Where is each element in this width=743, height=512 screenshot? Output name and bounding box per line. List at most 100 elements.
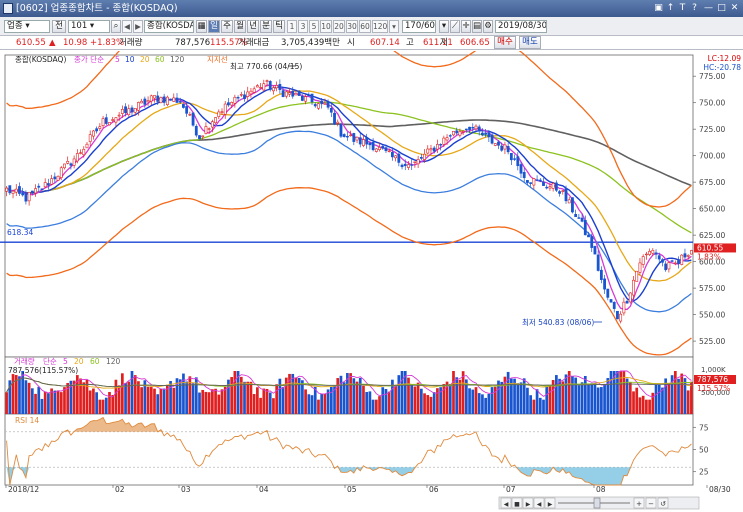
window-title-bar: [0602] 업종종합차트 - 종합(KOSDAQ) ▣ ↑ T ? — □ ✕ [0, 0, 743, 17]
volume-bar [40, 398, 44, 414]
candle [609, 299, 613, 303]
scroll-arrow-icon: ■ [514, 501, 520, 508]
min-30[interactable]: 30 [346, 20, 358, 33]
volume-bar [429, 396, 433, 414]
candle [349, 134, 353, 137]
amount-label: 거래대금 [238, 38, 270, 48]
chart-area[interactable]: 525.00550.00575.00600.00625.00650.00675.… [0, 51, 743, 512]
period-minute[interactable]: 분 [260, 20, 272, 33]
period-week[interactable]: 주 [221, 20, 233, 33]
min-120[interactable]: 120 [372, 20, 388, 33]
volume-bar [92, 388, 95, 414]
help-icon[interactable]: ? [689, 3, 700, 14]
rsi-axis-label: 25 [699, 468, 709, 477]
volume-bar [262, 388, 266, 414]
candle [284, 91, 288, 97]
settings-icon[interactable]: ⚙ [483, 20, 493, 33]
candle [606, 288, 610, 298]
scroll-controls: ◀ ■ ▶ ◀ ▶ + − ↺ [498, 496, 700, 510]
candle [603, 278, 606, 290]
prev-icon[interactable]: ◀ [122, 20, 132, 33]
candle [185, 106, 189, 114]
code-input[interactable]: 101 ▾ [68, 20, 110, 33]
top-icon[interactable]: ↑ [665, 3, 676, 14]
date-input[interactable]: 2019/08/30 ▦ [495, 20, 547, 33]
candle [201, 135, 205, 138]
buy-button[interactable]: 매수 [494, 36, 516, 49]
candle [159, 97, 163, 104]
market-tab[interactable]: 전 [52, 20, 66, 33]
candle [153, 95, 156, 99]
volume-bar [529, 395, 532, 414]
period-year[interactable]: 년 [247, 20, 259, 33]
candle [651, 250, 655, 254]
table-icon[interactable]: ▤ [472, 20, 482, 33]
candle [497, 141, 500, 146]
candle [294, 93, 298, 96]
volume-bar [381, 387, 385, 414]
volume-bar [461, 371, 465, 414]
zoom-icon[interactable]: ▾ [439, 20, 449, 33]
line-icon[interactable]: ⟋ [450, 20, 460, 33]
maximize-button[interactable]: □ [716, 3, 727, 14]
volume-bar [156, 394, 160, 414]
next-icon[interactable]: ▶ [133, 20, 143, 33]
candle [165, 96, 169, 105]
candle [625, 300, 629, 304]
volume-bar [609, 371, 613, 414]
candle [188, 114, 192, 116]
cross-icon[interactable]: ✛ [461, 20, 471, 33]
ma-legend-period: 5 [115, 55, 120, 64]
candle [358, 137, 362, 145]
change: 10.98 [63, 38, 88, 48]
volume-bar [34, 393, 37, 414]
candle [583, 220, 587, 236]
volume-ma-period: 20 [74, 357, 84, 366]
candle [210, 121, 214, 128]
volume-bar [191, 383, 195, 414]
ma-legend-period: 10 [125, 55, 135, 64]
volume-bar [233, 371, 237, 414]
volume-bar [564, 374, 568, 414]
market-select[interactable]: 업종 ▾ [4, 20, 50, 33]
candle [56, 175, 60, 181]
candle [391, 151, 394, 158]
price-axis-label: 675.00 [699, 178, 725, 187]
period-month[interactable]: 월 [234, 20, 246, 33]
min-5[interactable]: 5 [309, 20, 319, 33]
pin-icon[interactable]: ▣ [653, 3, 664, 14]
candle [381, 145, 385, 149]
minimize-button[interactable]: — [703, 3, 714, 14]
candle [101, 118, 105, 126]
minute-dropdown-icon[interactable]: ▾ [389, 20, 399, 33]
period-tick[interactable]: 틱 [273, 20, 285, 33]
candle [82, 148, 86, 156]
candle [506, 146, 510, 153]
candle [416, 159, 420, 165]
volume-bar [124, 383, 127, 414]
min-60[interactable]: 60 [359, 20, 371, 33]
volume-bar [256, 387, 259, 414]
volume-bar [374, 399, 378, 414]
candle [455, 130, 459, 134]
min-1[interactable]: 1 [287, 20, 297, 33]
tool-icon[interactable]: ▦ [196, 20, 207, 33]
candle [587, 234, 590, 238]
search-icon[interactable]: ⌕ [111, 20, 121, 33]
volume-bar [648, 399, 651, 414]
candle [686, 255, 690, 257]
count-input[interactable]: 170/600 [402, 20, 436, 33]
candle [75, 153, 79, 162]
volume-bar [172, 387, 176, 414]
min-10[interactable]: 10 [320, 20, 332, 33]
min-3[interactable]: 3 [298, 20, 308, 33]
sell-button[interactable]: 매도 [519, 36, 541, 49]
volume-legend-value: 787,576(115.57%) [8, 366, 78, 375]
text-icon[interactable]: T [677, 3, 688, 14]
period-day[interactable]: 일 [208, 20, 220, 33]
close-button[interactable]: ✕ [729, 3, 740, 14]
volume-axis-top: 1,000K [701, 366, 726, 374]
toolbar: 업종 ▾ 전 101 ▾ ⌕ ◀ ▶ 종합(KOSDAQ) ▦ 일 주 월 년 … [0, 17, 743, 36]
min-20[interactable]: 20 [333, 20, 345, 33]
candle [178, 101, 182, 103]
